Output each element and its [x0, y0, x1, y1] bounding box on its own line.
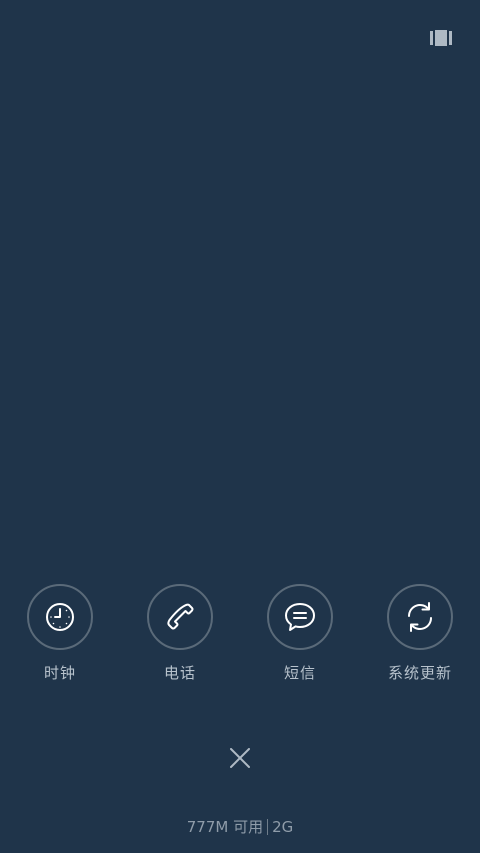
clear-all-button[interactable] — [228, 746, 252, 770]
memory-divider — [267, 819, 269, 835]
phone-icon[interactable] — [147, 584, 213, 650]
recent-apps-screen: 时钟 电话 短信 系统更新 777M 可用 2G — [0, 0, 480, 853]
clock-icon[interactable] — [27, 584, 93, 650]
app-phone[interactable]: 电话 — [120, 584, 240, 683]
view-toggle-icon[interactable] — [430, 30, 452, 46]
app-clock[interactable]: 时钟 — [0, 584, 120, 683]
app-label-system-update: 系统更新 — [387, 664, 452, 682]
app-label-clock: 时钟 — [43, 664, 76, 682]
app-shortcuts: 时钟 电话 短信 系统更新 — [0, 584, 480, 694]
app-label-messages: 短信 — [283, 664, 316, 682]
app-messages[interactable]: 短信 — [240, 584, 360, 683]
message-icon[interactable] — [267, 584, 333, 650]
memory-status: 777M 可用 2G — [0, 816, 480, 837]
app-label-phone: 电话 — [163, 664, 196, 682]
app-system-update[interactable]: 系统更新 — [360, 584, 480, 683]
close-icon — [230, 748, 250, 768]
refresh-icon[interactable] — [387, 584, 453, 650]
memory-total: 2G — [272, 818, 294, 836]
memory-available: 777M 可用 — [186, 818, 264, 836]
